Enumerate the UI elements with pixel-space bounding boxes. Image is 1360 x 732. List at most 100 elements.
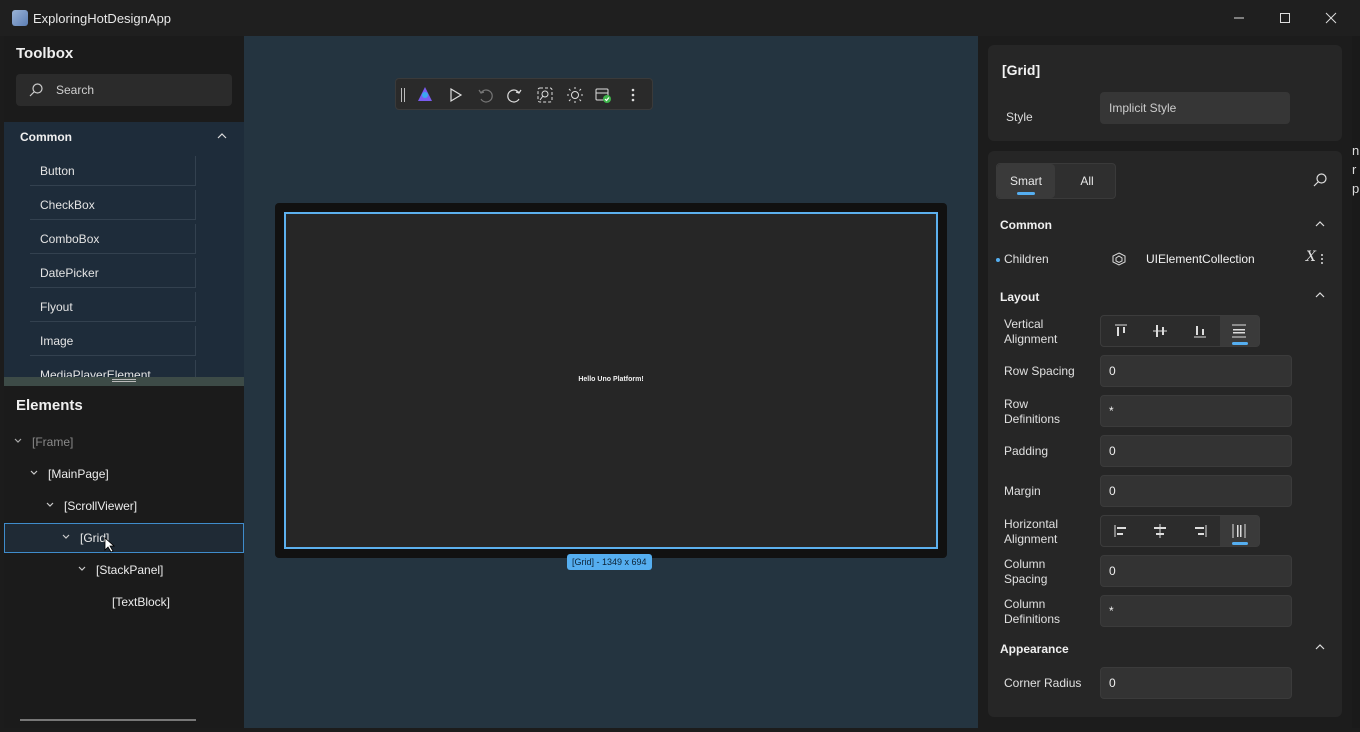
drag-handle-icon[interactable] — [400, 86, 406, 104]
search-icon[interactable] — [1312, 172, 1328, 188]
tree-item-grid[interactable]: [Grid] — [4, 523, 244, 553]
padding-label: Padding — [1004, 444, 1049, 458]
minimize-button[interactable] — [1216, 0, 1262, 36]
chevron-up-icon[interactable] — [1314, 218, 1326, 230]
chevron-down-icon[interactable] — [77, 564, 87, 574]
row-definitions-input[interactable]: * — [1100, 395, 1292, 427]
toolbox-section-header[interactable]: Common — [20, 130, 72, 144]
chevron-down-icon[interactable] — [13, 436, 23, 446]
column-spacing-label: Column Spacing — [1004, 557, 1048, 586]
modified-dot-icon — [996, 258, 1000, 262]
row-definitions-label: Row Definitions — [1004, 397, 1061, 426]
chevron-up-icon[interactable] — [1314, 289, 1326, 301]
style-label: Style — [1006, 110, 1033, 124]
chevron-up-icon[interactable] — [1314, 641, 1326, 653]
tree-item-frame[interactable]: [Frame] — [4, 427, 244, 457]
margin-label: Margin — [1004, 484, 1041, 498]
align-top-icon — [1114, 324, 1127, 336]
align-bottom-button[interactable] — [1180, 316, 1220, 346]
tree-item-textblock[interactable]: [TextBlock] — [4, 587, 244, 617]
theme-toggle-icon[interactable] — [566, 86, 584, 104]
preview-textblock[interactable]: Hello Uno Platform! — [286, 376, 936, 383]
zoom-fit-icon[interactable] — [536, 86, 554, 104]
chevron-down-icon[interactable] — [29, 468, 39, 478]
tab-smart[interactable]: Smart — [997, 164, 1055, 198]
minimize-icon — [1234, 17, 1244, 19]
children-value[interactable]: UIElementCollection — [1146, 252, 1255, 267]
toolbox-item[interactable]: MediaPlayerElement — [30, 360, 196, 377]
uno-logo-icon[interactable] — [416, 86, 434, 104]
style-selector[interactable]: Implicit Style — [1100, 92, 1290, 124]
section-layout[interactable]: Layout — [1000, 290, 1039, 304]
vertical-alignment-label: Vertical Alignment — [1004, 317, 1058, 346]
binding-icon[interactable]: X — [1306, 250, 1316, 265]
toolbox-item[interactable]: CheckBox — [30, 190, 196, 220]
section-common[interactable]: Common — [1000, 218, 1052, 232]
vertical-alignment-selector — [1100, 315, 1260, 347]
left-panel: Toolbox Search Common Button CheckBox Co… — [4, 36, 244, 728]
corner-radius-label: Corner Radius — [1004, 676, 1082, 690]
play-icon[interactable] — [446, 86, 464, 104]
title-bar: ExploringHotDesignApp — [0, 0, 1360, 36]
margin-input[interactable]: 0 — [1100, 475, 1292, 507]
align-left-icon — [1114, 525, 1126, 537]
toolbox-item[interactable]: Button — [30, 156, 196, 186]
tree-item-mainpage[interactable]: [MainPage] — [4, 459, 244, 489]
more-options-icon[interactable] — [624, 86, 642, 104]
mouse-cursor-icon — [104, 537, 116, 553]
more-options-icon[interactable] — [1320, 253, 1324, 265]
toolbox-search-input[interactable]: Search — [16, 74, 232, 106]
horizontal-alignment-label: Horizontal Alignment — [1004, 517, 1059, 546]
hot-design-toolbar — [395, 78, 653, 110]
background-window-text: n — [1352, 143, 1360, 158]
align-stretch-icon — [1232, 324, 1247, 338]
tab-all[interactable]: All — [1057, 164, 1117, 198]
tree-item-scrollviewer[interactable]: [ScrollViewer] — [4, 491, 244, 521]
maximize-icon — [1280, 13, 1290, 23]
background-window-text: p — [1352, 181, 1360, 196]
design-canvas[interactable]: Hello Uno Platform! [Grid] - 1349 x 694 — [244, 36, 978, 728]
close-icon — [1325, 12, 1337, 24]
chevron-up-icon[interactable] — [216, 130, 228, 142]
vertical-scrollbar[interactable] — [1352, 36, 1360, 728]
column-spacing-input[interactable]: 0 — [1100, 555, 1292, 587]
properties-card: Smart All Common Children UIElementColle… — [988, 151, 1342, 717]
align-center-button[interactable] — [1141, 316, 1181, 346]
selected-grid-preview[interactable]: Hello Uno Platform! — [284, 212, 938, 549]
toolbox-item[interactable]: ComboBox — [30, 224, 196, 254]
chevron-down-icon[interactable] — [61, 532, 71, 542]
status-check-icon[interactable] — [594, 86, 612, 104]
toolbox-item[interactable]: Image — [30, 326, 196, 356]
toolbox-item[interactable]: DatePicker — [30, 258, 196, 288]
toolbox-title: Toolbox — [16, 45, 74, 62]
undo-icon[interactable] — [476, 86, 494, 104]
align-hcenter-button[interactable] — [1141, 516, 1181, 546]
chevron-down-icon[interactable] — [45, 500, 55, 510]
maximize-button[interactable] — [1262, 0, 1308, 36]
padding-input[interactable]: 0 — [1100, 435, 1292, 467]
column-definitions-input[interactable]: * — [1100, 595, 1292, 627]
panel-splitter[interactable] — [4, 377, 244, 386]
horizontal-scrollbar[interactable] — [20, 719, 196, 721]
align-top-button[interactable] — [1101, 316, 1141, 346]
corner-radius-input[interactable]: 0 — [1100, 667, 1292, 699]
toolbox-item[interactable]: Flyout — [30, 292, 196, 322]
device-frame: Hello Uno Platform! — [275, 203, 947, 558]
align-hstretch-button[interactable] — [1219, 516, 1259, 546]
row-spacing-input[interactable]: 0 — [1100, 355, 1292, 387]
align-stretch-button[interactable] — [1219, 316, 1259, 346]
close-button[interactable] — [1308, 0, 1354, 36]
selected-element-title: [Grid] — [1002, 62, 1041, 78]
align-right-icon — [1194, 525, 1207, 537]
align-hcenter-icon — [1154, 524, 1167, 538]
redo-icon[interactable] — [506, 86, 524, 104]
align-hstretch-icon — [1232, 524, 1246, 538]
column-definitions-label: Column Definitions — [1004, 597, 1061, 626]
selection-size-badge: [Grid] - 1349 x 694 — [567, 554, 652, 570]
section-appearance[interactable]: Appearance — [1000, 642, 1069, 656]
align-left-button[interactable] — [1101, 516, 1141, 546]
tree-item-stackpanel[interactable]: [StackPanel] — [4, 555, 244, 585]
align-right-button[interactable] — [1180, 516, 1220, 546]
search-icon — [29, 83, 43, 97]
splitter-grip-icon[interactable] — [112, 379, 136, 382]
